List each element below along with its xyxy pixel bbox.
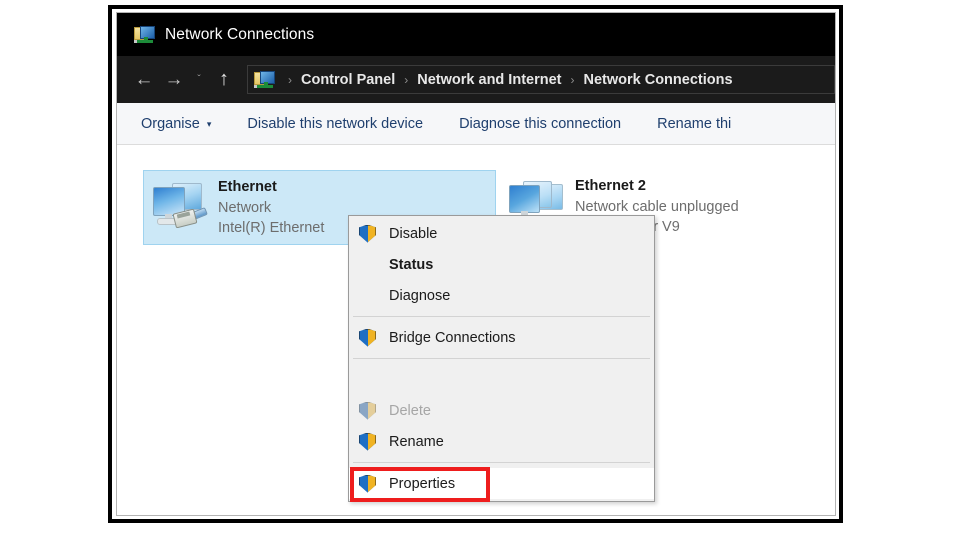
address-bar-network-icon <box>254 70 275 89</box>
up-arrow-icon[interactable]: ↑ <box>209 65 239 95</box>
breadcrumb-network-and-internet[interactable]: Network and Internet <box>417 72 561 88</box>
menu-item-diagnose[interactable]: Diagnose <box>349 280 654 311</box>
menu-item-label: Status <box>389 256 434 273</box>
network-connections-icon <box>134 25 155 44</box>
menu-separator <box>353 316 650 317</box>
address-bar[interactable]: › Control Panel › Network and Internet ›… <box>247 65 835 94</box>
context-menu: Disable Status Diagnose Bridge Connectio… <box>348 215 655 502</box>
menu-item-label: Disable <box>389 225 438 242</box>
connection-name: Ethernet 2 <box>575 178 646 194</box>
caret-down-icon: ▾ <box>206 119 212 129</box>
back-arrow-icon[interactable]: ← <box>129 65 159 95</box>
rename-connection-button[interactable]: Rename thi <box>657 116 731 132</box>
breadcrumb-separator-1: › <box>404 72 409 87</box>
connection-adapter: Intel(R) Ethernet <box>218 220 325 237</box>
navigation-bar: ← → ˇ ↑ › Control Panel › Network and In… <box>117 56 835 103</box>
menu-separator <box>353 358 650 359</box>
menu-item-label: Rename <box>389 433 444 450</box>
breadcrumb-separator-0: › <box>288 72 292 87</box>
menu-item-label: Delete <box>389 402 431 419</box>
organise-menu-button[interactable]: Organise ▾ <box>141 116 211 132</box>
menu-separator <box>353 462 650 463</box>
disable-network-device-button[interactable]: Disable this network device <box>247 116 423 132</box>
forward-arrow-icon[interactable]: → <box>159 65 189 95</box>
chevron-down-icon[interactable]: ˇ <box>189 65 209 95</box>
shield-icon <box>359 224 389 243</box>
menu-item-label: Diagnose <box>389 287 451 304</box>
command-bar: Organise ▾ Disable this network device D… <box>117 103 835 145</box>
connection-status: Network <box>218 199 272 216</box>
shield-icon <box>359 328 389 347</box>
title-bar: Network Connections <box>117 13 835 56</box>
menu-item-delete: Delete <box>349 395 654 426</box>
window-title: Network Connections <box>165 25 315 43</box>
menu-item-rename[interactable]: Rename <box>349 426 654 457</box>
breadcrumb-control-panel[interactable]: Control Panel <box>301 72 395 88</box>
menu-item-status[interactable]: Status <box>349 249 654 280</box>
connection-name: Ethernet <box>218 179 277 195</box>
menu-item-label: Bridge Connections <box>389 329 516 346</box>
screenshot-frame: Network Connections ← → ˇ ↑ › Control Pa… <box>108 5 843 523</box>
menu-item-disable[interactable]: Disable <box>349 218 654 249</box>
connections-list: Ethernet Network Intel(R) Ethernet Ether… <box>117 145 835 515</box>
organise-label: Organise <box>141 115 200 132</box>
breadcrumb-network-connections[interactable]: Network Connections <box>583 72 732 88</box>
menu-item-bridge-connections[interactable]: Bridge Connections <box>349 322 654 353</box>
breadcrumb-separator-2: › <box>570 72 575 87</box>
shield-icon <box>359 432 389 451</box>
shield-icon <box>359 401 389 420</box>
ethernet-adapter-icon <box>150 177 208 229</box>
menu-item-create-shortcut[interactable] <box>349 364 654 395</box>
shield-icon <box>359 474 389 493</box>
network-connections-window: Network Connections ← → ˇ ↑ › Control Pa… <box>116 12 836 516</box>
menu-item-label: Properties <box>389 475 456 492</box>
diagnose-connection-button[interactable]: Diagnose this connection <box>459 116 621 132</box>
menu-item-properties[interactable]: Properties <box>349 468 654 499</box>
